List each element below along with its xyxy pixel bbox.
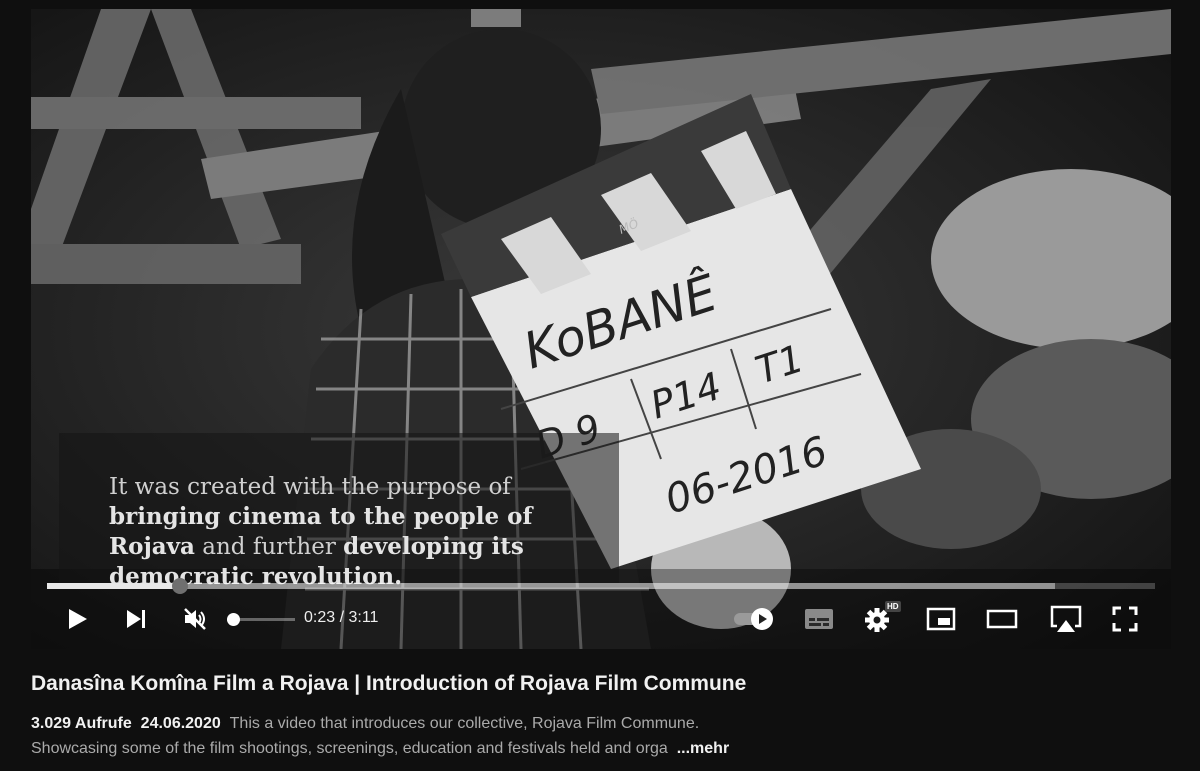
video-title: Danasîna Komîna Film a Rojava | Introduc… xyxy=(31,672,747,695)
caption-text: It was created with the purpose of bringi… xyxy=(109,473,609,592)
description-box[interactable]: 3.029 Aufrufe 24.06.2020 This a video th… xyxy=(31,711,871,761)
miniplayer-icon xyxy=(926,607,956,631)
show-more-link[interactable]: ...mehr xyxy=(677,740,729,757)
time-current: 0:23 xyxy=(304,609,336,626)
played-bar xyxy=(47,583,180,589)
caption-bold-2: Rojava xyxy=(109,533,195,560)
autoplay-toggle-icon xyxy=(734,608,773,630)
caption-line-1: It was created with the purpose of xyxy=(109,474,511,500)
subtitles-icon xyxy=(805,609,833,629)
description-text-2: Showcasing some of the film shootings, s… xyxy=(31,740,668,757)
upload-date: 24.06.2020 xyxy=(140,715,221,732)
mute-button[interactable] xyxy=(175,597,215,641)
caption-connector: and further xyxy=(202,534,336,560)
view-count: 3.029 Aufrufe xyxy=(31,715,132,732)
video-player[interactable]: KoBANÊ D 9 P14 T1 06-2016 MÖ It was crea… xyxy=(31,9,1171,649)
airplay-button[interactable] xyxy=(1043,597,1089,641)
theater-mode-button[interactable] xyxy=(979,597,1025,641)
play-button[interactable] xyxy=(57,597,97,641)
scrubber-handle[interactable] xyxy=(171,578,188,594)
progress-bar[interactable] xyxy=(47,578,1155,594)
caption-bold-3: developing its xyxy=(343,533,524,560)
buffer-bar xyxy=(47,583,1056,589)
time-display: 0:23 / 3:11 xyxy=(304,609,378,627)
airplay-icon xyxy=(1050,605,1082,632)
volume-knob[interactable] xyxy=(227,613,240,626)
volume-muted-icon xyxy=(184,608,206,630)
miniplayer-button[interactable] xyxy=(919,597,963,641)
caption-bold-1: bringing cinema to the people of xyxy=(109,503,533,530)
fullscreen-icon xyxy=(1112,606,1138,632)
fullscreen-button[interactable] xyxy=(1103,597,1147,641)
settings-button[interactable]: HD xyxy=(857,597,903,641)
next-icon xyxy=(127,610,145,628)
time-total: 3:11 xyxy=(348,609,379,626)
next-button[interactable] xyxy=(116,597,156,641)
description-line-2: Showcasing some of the film shootings, s… xyxy=(31,736,871,761)
description-line-1: 3.029 Aufrufe 24.06.2020 This a video th… xyxy=(31,711,871,736)
play-icon xyxy=(69,609,87,629)
description-text-1: This a video that introduces our collect… xyxy=(229,715,700,732)
hd-badge: HD xyxy=(885,601,901,612)
theater-mode-icon xyxy=(986,609,1018,629)
autoplay-toggle[interactable] xyxy=(729,597,779,641)
time-separator: / xyxy=(335,609,349,626)
volume-slider[interactable] xyxy=(227,613,295,626)
subtitles-button[interactable] xyxy=(797,597,841,641)
